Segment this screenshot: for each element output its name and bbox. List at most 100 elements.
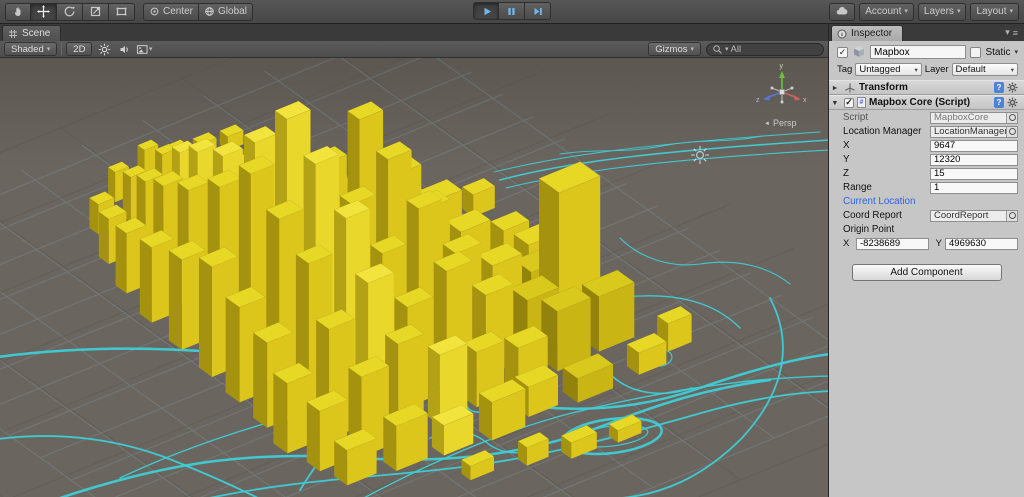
layers-label: Layers xyxy=(923,6,954,17)
effects-image-icon xyxy=(137,44,148,54)
projection-toggle-label[interactable]: Persp xyxy=(773,118,797,128)
tag-label: Tag xyxy=(837,64,853,75)
gear-icon[interactable] xyxy=(1007,97,1018,108)
tab-scene[interactable]: Scene xyxy=(2,25,62,41)
x-input[interactable] xyxy=(930,139,1018,152)
transform-title: Transform xyxy=(859,82,908,93)
step-icon xyxy=(534,7,542,15)
move-icon xyxy=(37,5,50,18)
object-picker-icon[interactable] xyxy=(1006,126,1017,137)
inspector-menu-icon[interactable]: ▾ ≡ xyxy=(1005,27,1024,41)
gameobject-cube-icon xyxy=(854,46,864,57)
scene-viewport[interactable]: y x z ◄ Persp xyxy=(0,58,828,497)
range-input[interactable] xyxy=(930,181,1018,194)
script-object-field[interactable]: MapboxCore xyxy=(930,111,1018,124)
coord-report-row: Coord Report CoordReport xyxy=(829,209,1024,222)
transform-tools xyxy=(5,2,135,21)
toolbar-divider xyxy=(61,43,63,55)
account-dropdown[interactable]: Account ▾ xyxy=(859,2,914,21)
rotate-icon xyxy=(64,6,75,17)
y-label: Y xyxy=(843,154,850,165)
toolbar-right-group: Account ▾ Layers ▾ Layout ▾ xyxy=(829,2,1019,21)
help-icon[interactable] xyxy=(994,97,1004,108)
effects-dropdown-button[interactable]: ▾ xyxy=(136,42,152,56)
persp-arrow-icon: ◄ xyxy=(764,121,770,127)
space-toggle-label: Global xyxy=(218,6,247,17)
inspector-panel: Inspector ▾ ≡ ✓ Static ▾ Tag xyxy=(828,24,1024,497)
current-location-link[interactable]: Current Location xyxy=(843,196,915,207)
tag-dropdown[interactable]: Untagged ▾ xyxy=(855,63,922,76)
origin-x-label: X xyxy=(843,238,850,249)
static-checkbox[interactable] xyxy=(970,46,982,58)
scene-toolbar-right: Gizmos ▾ ▾ xyxy=(648,42,824,56)
inspector-body: ✓ Static ▾ Tag Untagged ▾ Layer Default xyxy=(829,41,1024,497)
audio-toggle-button[interactable] xyxy=(116,42,132,56)
sun-icon xyxy=(98,43,111,55)
rotate-tool-button[interactable] xyxy=(57,2,83,21)
foldout-closed-icon[interactable]: ▸ xyxy=(833,83,841,92)
chevron-down-icon: ▾ xyxy=(148,45,153,53)
location-manager-row: Location Manager LocationManager (L xyxy=(829,125,1024,138)
scale-icon xyxy=(90,6,101,17)
chevron-down-icon: ▾ xyxy=(1009,8,1013,15)
active-checkbox[interactable]: ✓ xyxy=(837,46,848,58)
mapbox-core-component-header[interactable]: ▾ ✓ Mapbox Core (Script) xyxy=(829,95,1024,110)
range-field-row: Range xyxy=(829,181,1024,194)
layout-dropdown[interactable]: Layout ▾ xyxy=(970,2,1019,21)
coord-report-object-field[interactable]: CoordReport xyxy=(930,209,1018,222)
transform-component-header[interactable]: ▸ Transform xyxy=(829,80,1024,95)
object-picker-icon[interactable] xyxy=(1006,210,1017,221)
origin-x-input[interactable] xyxy=(856,237,929,250)
hamburger-icon: ≡ xyxy=(1012,27,1018,38)
add-component-button[interactable]: Add Component xyxy=(851,264,1002,281)
z-label: Z xyxy=(843,168,849,179)
x-label: X xyxy=(843,140,850,151)
pivot-toggle-button[interactable]: Center xyxy=(143,2,200,21)
z-input[interactable] xyxy=(930,167,1018,180)
cloud-button[interactable] xyxy=(829,2,856,21)
origin-y-input[interactable] xyxy=(945,237,1018,250)
script-field-row: Script MapboxCore xyxy=(829,111,1024,124)
gizmos-label: Gizmos xyxy=(655,43,688,55)
lighting-toggle-button[interactable] xyxy=(96,42,112,56)
help-icon[interactable] xyxy=(994,82,1004,93)
rect-tool-icon xyxy=(116,7,127,16)
static-flags-caret-icon[interactable]: ▾ xyxy=(1014,48,1018,56)
location-manager-object-field[interactable]: LocationManager (L xyxy=(930,125,1018,138)
step-button[interactable] xyxy=(525,2,551,20)
chevron-down-icon: ▾ xyxy=(46,45,51,53)
scene-panel: Scene Shaded ▾ 2D ▾ Gizmos ▾ ▾ All y x z… xyxy=(0,24,828,497)
chevron-down-icon: ▾ xyxy=(690,45,694,53)
scale-tool-button[interactable] xyxy=(83,2,109,21)
gizmos-dropdown[interactable]: Gizmos ▾ xyxy=(648,42,701,56)
hand-tool-button[interactable] xyxy=(5,2,31,21)
pivot-toggle-label: Center xyxy=(163,6,194,17)
hand-icon xyxy=(14,7,20,17)
y-input[interactable] xyxy=(930,153,1018,166)
coord-report-label: Coord Report xyxy=(843,210,902,221)
center-pivot-icon xyxy=(150,7,159,16)
pause-icon xyxy=(508,7,515,15)
2d-toggle-button[interactable]: 2D xyxy=(66,42,93,56)
play-button[interactable] xyxy=(473,2,499,20)
gameobject-name-field[interactable] xyxy=(870,45,967,59)
scene-search-field[interactable]: ▾ xyxy=(706,42,824,56)
pause-button[interactable] xyxy=(499,2,525,20)
space-toggle-button[interactable]: Global xyxy=(199,2,253,21)
foldout-open-icon[interactable]: ▾ xyxy=(833,98,841,107)
play-icon xyxy=(484,7,491,15)
tab-inspector[interactable]: Inspector xyxy=(831,25,904,41)
search-input[interactable] xyxy=(730,43,803,55)
gear-icon[interactable] xyxy=(1007,82,1018,93)
component-enabled-checkbox[interactable]: ✓ xyxy=(844,97,854,108)
layers-dropdown[interactable]: Layers ▾ xyxy=(917,2,967,21)
scene-3d-render[interactable]: y x z ◄ Persp xyxy=(0,58,828,497)
viewport-horizon-shade xyxy=(0,58,828,168)
layer-dropdown[interactable]: Default ▾ xyxy=(951,63,1018,76)
draw-mode-dropdown[interactable]: Shaded ▾ xyxy=(4,42,58,56)
object-picker-icon[interactable] xyxy=(1006,112,1017,123)
move-tool-button[interactable] xyxy=(31,2,57,21)
rect-tool-button[interactable] xyxy=(109,2,135,21)
search-filter-caret-icon[interactable]: ▾ xyxy=(725,46,729,53)
tag-value: Untagged xyxy=(859,64,901,75)
